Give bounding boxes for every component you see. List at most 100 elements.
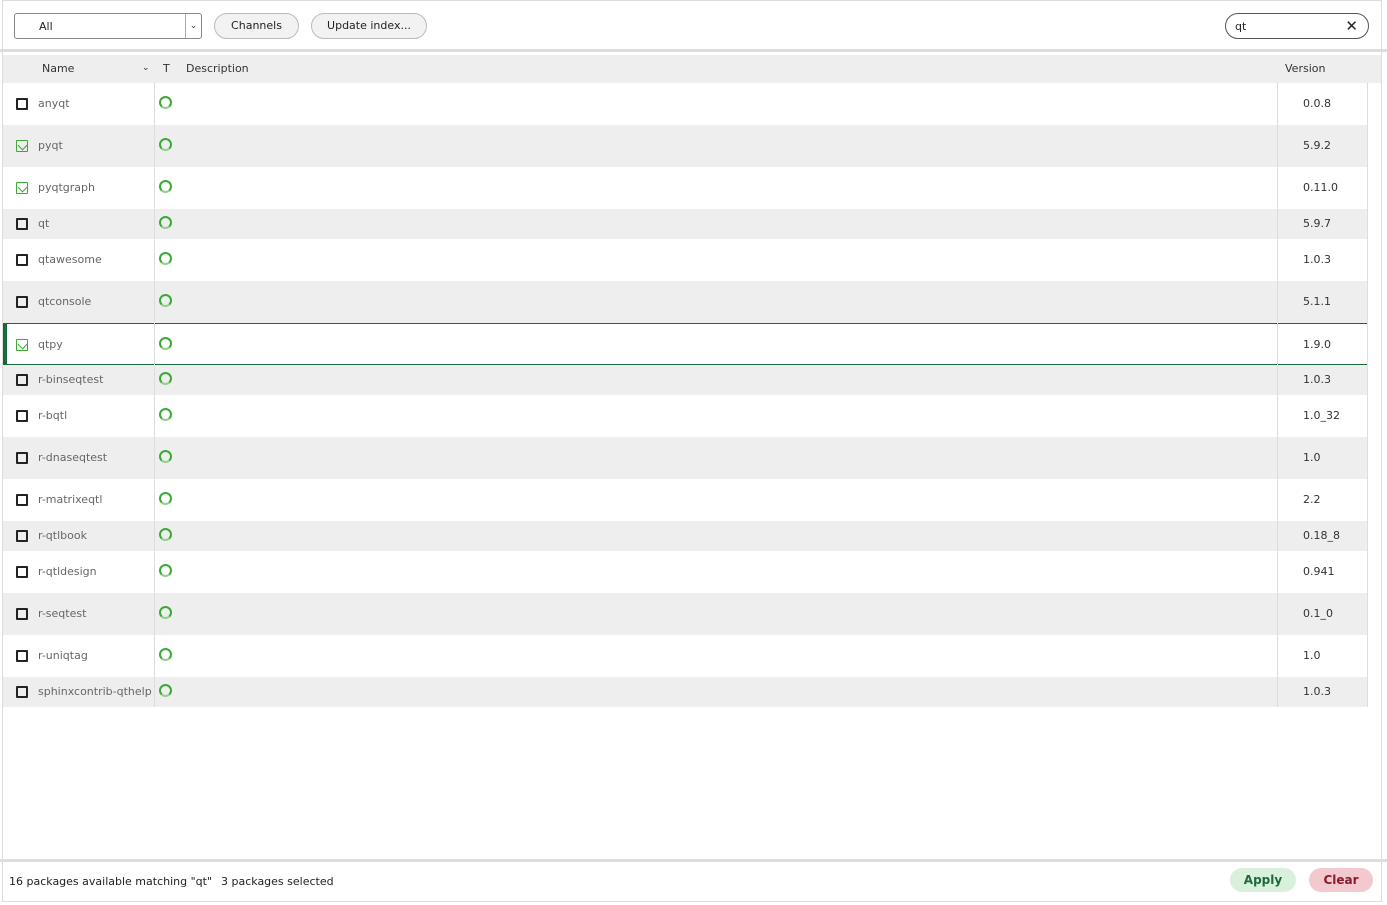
table-row[interactable]: pyqtgraph 0.11.0 <box>3 167 1367 209</box>
table-row[interactable]: r-bqtl 1.0_32 <box>3 395 1367 437</box>
package-name: r-qtldesign <box>38 565 97 578</box>
package-version[interactable]: 5.1.1 <box>1303 295 1331 308</box>
package-version[interactable]: 0.11.0 <box>1303 181 1338 194</box>
conda-type-icon <box>159 337 172 350</box>
filter-value: All <box>39 20 53 33</box>
installed-checkbox-icon[interactable] <box>16 182 28 194</box>
checkbox[interactable] <box>16 530 28 542</box>
package-name: qtconsole <box>38 295 92 308</box>
checkbox[interactable] <box>16 218 28 230</box>
package-name: r-dnaseqtest <box>38 451 108 464</box>
package-name: pyqt <box>38 139 63 152</box>
conda-type-icon <box>159 528 172 541</box>
package-name: sphinxcontrib-qthelp <box>38 685 152 698</box>
checkbox[interactable] <box>16 452 28 464</box>
table-row[interactable]: pyqt 5.9.2 <box>3 125 1367 167</box>
sort-chevron-icon[interactable]: ⌄ <box>142 63 150 73</box>
checkbox[interactable] <box>16 98 28 110</box>
package-name: r-bqtl <box>38 409 68 422</box>
package-version[interactable]: 1.0.3 <box>1303 685 1331 698</box>
checkbox[interactable] <box>16 254 28 266</box>
package-version[interactable]: 1.0 <box>1303 649 1321 662</box>
package-name: pyqtgraph <box>38 181 95 194</box>
table-row[interactable]: r-qtldesign 0.941 <box>3 551 1367 593</box>
filter-dropdown[interactable]: All ⌄ <box>14 13 202 39</box>
checkbox[interactable] <box>16 566 28 578</box>
checkbox[interactable] <box>16 686 28 698</box>
package-name: qt <box>38 217 50 230</box>
status-available: 16 packages available matching "qt" <box>9 875 213 888</box>
toolbar: All ⌄ Channels Update index... qt ✕ <box>0 0 1387 52</box>
conda-type-icon <box>159 606 172 619</box>
column-version[interactable]: Version <box>1285 62 1325 75</box>
table-row[interactable]: r-seqtest 0.1_0 <box>3 593 1367 635</box>
clear-button[interactable]: Clear <box>1309 868 1373 892</box>
update-index-button[interactable]: Update index... <box>311 13 427 39</box>
table-row[interactable]: r-qtlbook 0.18_8 <box>3 521 1367 551</box>
checkbox[interactable] <box>16 608 28 620</box>
table-row[interactable]: qtawesome 1.0.3 <box>3 239 1367 281</box>
checkbox[interactable] <box>16 494 28 506</box>
package-version[interactable]: 0.941 <box>1303 565 1335 578</box>
package-name: r-seqtest <box>38 607 87 620</box>
channels-button[interactable]: Channels <box>214 13 299 39</box>
conda-type-icon <box>159 138 172 151</box>
conda-type-icon <box>159 216 172 229</box>
package-name: qtpy <box>38 338 63 351</box>
conda-type-icon <box>159 252 172 265</box>
column-divider <box>1367 83 1368 707</box>
package-name: r-binseqtest <box>38 373 104 386</box>
conda-type-icon <box>159 450 172 463</box>
table-row[interactable]: sphinxcontrib-qthelp 1.0.3 <box>3 677 1367 707</box>
search-input[interactable]: qt ✕ <box>1225 13 1369 39</box>
search-value[interactable]: qt <box>1235 20 1246 33</box>
column-divider <box>1277 83 1278 707</box>
package-version[interactable]: 1.0.3 <box>1303 373 1331 386</box>
checkbox[interactable] <box>16 296 28 308</box>
status-divider <box>0 859 1387 862</box>
table-row[interactable]: anyqt 0.0.8 <box>3 83 1367 125</box>
conda-type-icon <box>159 648 172 661</box>
checkbox[interactable] <box>16 650 28 662</box>
package-name: r-matrixeqtl <box>38 493 103 506</box>
table-row[interactable]: qtpy 1.9.0 <box>3 323 1367 365</box>
conda-type-icon <box>159 408 172 421</box>
table-row[interactable]: qt 5.9.7 <box>3 209 1367 239</box>
checkbox[interactable] <box>16 410 28 422</box>
package-version[interactable]: 5.9.2 <box>1303 139 1331 152</box>
table-row[interactable]: qtconsole 5.1.1 <box>3 281 1367 323</box>
column-description[interactable]: Description <box>186 62 249 75</box>
conda-type-icon <box>159 96 172 109</box>
conda-type-icon <box>159 372 172 385</box>
table-row[interactable]: r-dnaseqtest 1.0 <box>3 437 1367 479</box>
package-version[interactable]: 5.9.7 <box>1303 217 1331 230</box>
table-row[interactable]: r-uniqtag 1.0 <box>3 635 1367 677</box>
table-row[interactable]: r-matrixeqtl 2.2 <box>3 479 1367 521</box>
package-name: r-uniqtag <box>38 649 88 662</box>
table-row[interactable]: r-binseqtest 1.0.3 <box>3 365 1367 395</box>
package-version[interactable]: 0.0.8 <box>1303 97 1331 110</box>
conda-type-icon <box>159 294 172 307</box>
column-type[interactable]: T <box>163 62 170 75</box>
conda-type-icon <box>159 492 172 505</box>
chevron-down-icon[interactable]: ⌄ <box>185 14 201 38</box>
package-version[interactable]: 1.0.3 <box>1303 253 1331 266</box>
column-name[interactable]: Name <box>42 62 74 75</box>
package-version[interactable]: 1.0 <box>1303 451 1321 464</box>
package-version[interactable]: 1.9.0 <box>1303 338 1331 351</box>
conda-type-icon <box>159 180 172 193</box>
status-selected: 3 packages selected <box>221 875 334 888</box>
package-version[interactable]: 0.18_8 <box>1303 529 1340 542</box>
package-name: qtawesome <box>38 253 102 266</box>
checkbox[interactable] <box>16 374 28 386</box>
conda-type-icon <box>159 684 172 697</box>
column-divider <box>154 83 155 707</box>
close-icon[interactable]: ✕ <box>1345 17 1358 35</box>
apply-button[interactable]: Apply <box>1230 868 1296 892</box>
package-version[interactable]: 2.2 <box>1303 493 1321 506</box>
package-version[interactable]: 1.0_32 <box>1303 409 1340 422</box>
package-name: r-qtlbook <box>38 529 87 542</box>
installed-checkbox-icon[interactable] <box>16 339 28 351</box>
installed-checkbox-icon[interactable] <box>16 140 28 152</box>
package-version[interactable]: 0.1_0 <box>1303 607 1333 620</box>
